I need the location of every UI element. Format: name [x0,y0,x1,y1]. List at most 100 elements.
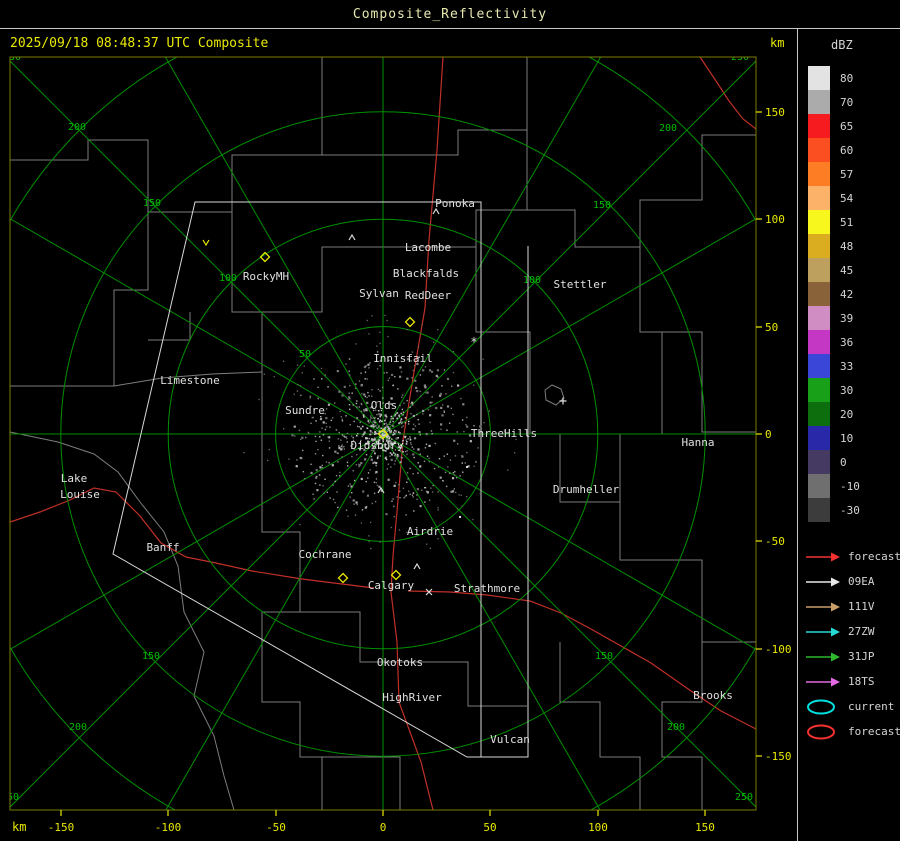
colorbar-row: -30 [808,498,860,522]
echo-pixel [334,480,336,483]
echo-pixel [369,521,372,524]
echo-pixel [443,369,446,371]
echo-pixel [406,377,409,380]
colorbar-title: dBZ [831,38,853,52]
echo-pixel [430,487,432,489]
echo-pixel [363,393,366,396]
echo-pixel [358,406,360,408]
echo-pixel [336,491,338,493]
echo-pixel [428,457,430,460]
echo-pixel [392,384,395,387]
echo-pixel [374,472,377,474]
echo-pixel [346,465,349,467]
city-label-strathmore: Strathmore [454,582,520,595]
echo-pixel [319,484,321,486]
echo-pixel [350,435,353,437]
echo-pixel [338,390,341,393]
echo-pixel [348,404,351,406]
echo-pixel [394,454,396,457]
echo-pixel [409,493,411,496]
echo-pixel [273,376,275,378]
echo-pixel [405,494,407,497]
echo-pixel [411,446,413,448]
colorbar-swatch [808,402,830,426]
echo-pixel [482,358,484,360]
echo-pixel [387,379,389,382]
echo-pixel [379,342,381,345]
echo-pixel [361,425,364,428]
echo-pixel [383,372,385,374]
echo-pixel [431,433,433,435]
echo-pixel [428,444,431,447]
azimuth-spoke [10,433,384,650]
echo-pixel [405,443,408,445]
echo-pixel [456,508,459,510]
echo-pixel [414,379,417,382]
echo-pixel [405,439,407,441]
echo-pixel [319,436,321,438]
echo-pixel [410,403,412,405]
echo-pixel [296,390,299,392]
echo-pixel [402,411,405,413]
echo-pixel [416,488,419,491]
echo-pixel [431,491,434,493]
echo-pixel [412,369,415,372]
echo-pixel [365,505,368,508]
echo-pixel [282,360,285,362]
right-axis-label: 150 [765,106,785,119]
colorbar-value: 36 [840,335,854,349]
echo-pixel [376,413,378,416]
radar-map[interactable]: 5010015020025010015020025015020025015020… [0,0,900,841]
echo-pixel [293,393,295,395]
echo-pixel [413,364,416,367]
echo-pixel [401,396,403,398]
echo-pixel [431,401,433,404]
echo-pixel [446,453,449,455]
echo-pixel [313,378,315,380]
echo-pixel [365,480,367,483]
city-label-sundre: Sundre [285,404,325,417]
range-label: 150 [595,651,613,662]
echo-pixel [392,420,394,423]
range-ring-grid [10,57,756,810]
echo-pixel [327,386,329,388]
echo-pixel [394,460,397,462]
echo-pixel [369,362,371,364]
colorbar-value: 0 [840,455,847,469]
echo-pixel [326,491,328,493]
echo-pixel [337,506,339,509]
echo-pixel [347,515,349,517]
echo-pixel [360,403,363,406]
range-label: 250 [735,792,753,803]
echo-pixel [324,428,327,431]
city-label-lake: Lake [61,472,88,485]
echo-pixel [355,501,358,504]
echo-pixel [367,472,370,474]
colorbar-swatch [808,186,830,210]
colorbar-value: 42 [840,287,854,301]
echo-pixel [325,422,327,425]
boundary-line [619,331,663,502]
echo-pixel [449,472,451,474]
colorbar-swatch [808,210,830,234]
echo-pixel [398,375,402,378]
echo-pixel [371,315,373,317]
echo-pixel [391,424,395,428]
echo-pixel [362,414,365,416]
echo-pixel [416,390,419,393]
legend-track-forecast-icon [806,552,840,561]
right-axis-label: 100 [765,213,785,226]
echo-pixel [381,386,384,389]
echo-pixel [300,394,302,397]
echo-pixel [329,497,331,499]
echo-pixel [453,474,456,476]
echo-pixel [437,369,439,371]
right-axis-label: -150 [765,750,792,763]
echo-pixel [424,486,427,489]
echo-pixel [432,484,434,487]
echo-pixel [413,437,417,440]
boundary-line [10,57,323,213]
echo-pixel [398,422,400,424]
echo-pixel [374,417,377,419]
echo-pixel [345,437,348,440]
